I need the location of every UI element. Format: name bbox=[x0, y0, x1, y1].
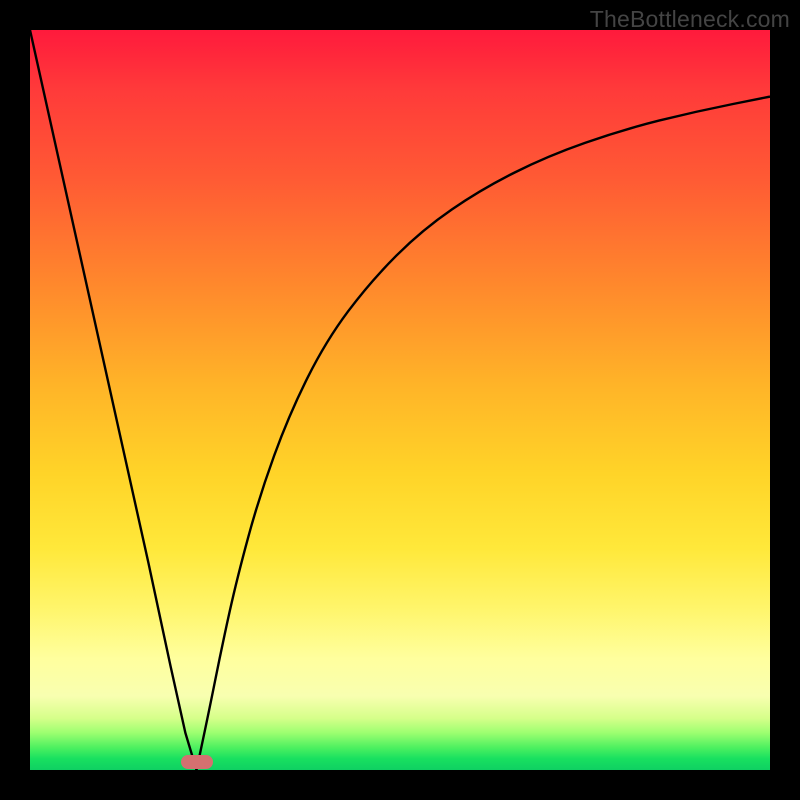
watermark-text: TheBottleneck.com bbox=[590, 6, 790, 33]
chart-frame: TheBottleneck.com bbox=[0, 0, 800, 800]
curve-layer bbox=[30, 30, 770, 770]
bottleneck-curve-right bbox=[197, 97, 771, 770]
bottleneck-curve-left bbox=[30, 30, 197, 770]
minimum-marker bbox=[181, 755, 213, 769]
plot-area bbox=[30, 30, 770, 770]
